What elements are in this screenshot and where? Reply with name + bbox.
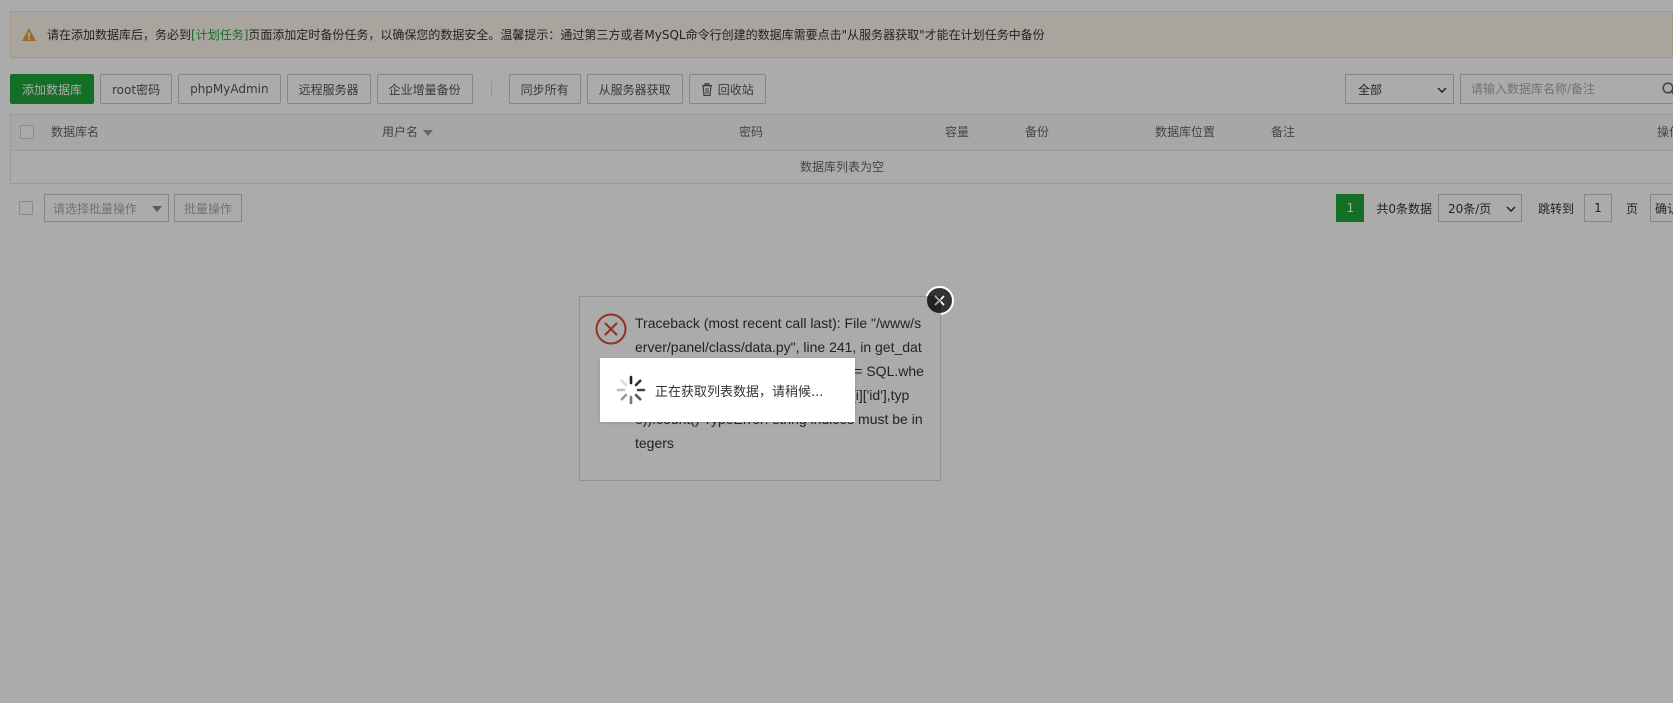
loading-toast: 正在获取列表数据，请稍候... — [600, 358, 855, 422]
loading-text: 正在获取列表数据，请稍候... — [655, 384, 824, 400]
loading-spinner-icon — [615, 374, 647, 406]
